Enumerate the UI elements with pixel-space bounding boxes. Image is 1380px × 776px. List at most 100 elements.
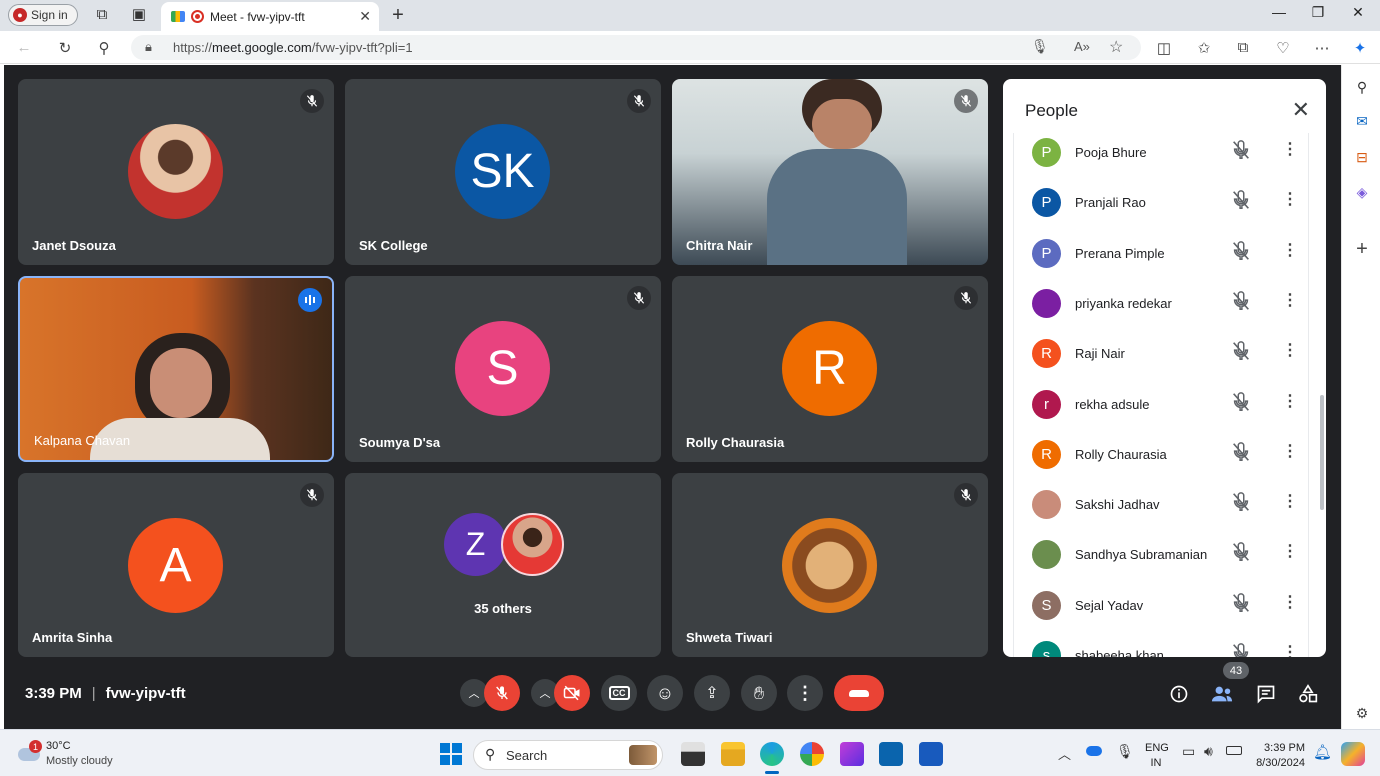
sidebar-settings-icon[interactable]: ⚙ bbox=[1352, 703, 1372, 723]
more-vert-icon[interactable]: ⋮ bbox=[1282, 191, 1298, 209]
mic-toggle-button[interactable] bbox=[484, 675, 520, 711]
participant-row[interactable]: priyanka redekar ⋮ bbox=[1014, 286, 1308, 336]
word-icon[interactable] bbox=[919, 742, 943, 766]
add-sidebar-app-icon[interactable]: + bbox=[1352, 238, 1372, 260]
more-vert-icon[interactable]: ⋮ bbox=[1282, 493, 1298, 511]
read-aloud-icon[interactable]: A» bbox=[1074, 39, 1090, 54]
participant-row[interactable]: P Pooja Bhure ⋮ bbox=[1014, 135, 1308, 185]
show-hidden-icons-chevron[interactable]: ︿ bbox=[1058, 744, 1071, 763]
back-icon[interactable]: ← bbox=[14, 39, 34, 56]
more-vert-icon[interactable]: ⋮ bbox=[1282, 141, 1298, 159]
more-options-button[interactable]: ⋮ bbox=[787, 675, 823, 711]
edge-browser-icon[interactable] bbox=[760, 742, 784, 766]
favorite-star-icon[interactable]: ☆ bbox=[1109, 37, 1123, 57]
more-vert-icon[interactable]: ⋮ bbox=[1282, 644, 1298, 657]
outlook-taskbar-icon[interactable] bbox=[879, 742, 903, 766]
participant-row[interactable]: S Sejal Yadav ⋮ bbox=[1014, 588, 1308, 638]
onedrive-icon[interactable] bbox=[1086, 746, 1102, 756]
restore-icon[interactable]: ❐ bbox=[1303, 4, 1333, 21]
chat-icon[interactable] bbox=[1254, 682, 1278, 706]
participant-row[interactable]: r rekha adsule ⋮ bbox=[1014, 387, 1308, 437]
participant-tile[interactable]: Shweta Tiwari bbox=[672, 473, 988, 657]
participant-list-scrollbar[interactable] bbox=[1320, 395, 1324, 510]
more-vert-icon[interactable]: ⋮ bbox=[1282, 594, 1298, 612]
participant-tile[interactable]: S Soumya D'sa bbox=[345, 276, 661, 462]
chrome-icon[interactable] bbox=[800, 742, 824, 766]
sidebar-search-icon[interactable]: ⚲ bbox=[1352, 77, 1372, 97]
start-windows-icon[interactable] bbox=[440, 743, 462, 765]
mic-off-icon[interactable] bbox=[1230, 391, 1252, 413]
minimize-icon[interactable]: — bbox=[1264, 4, 1294, 20]
favorites-icon[interactable]: ✩ bbox=[1194, 39, 1214, 57]
system-clock[interactable]: 3:39 PM 8/30/2024 bbox=[1252, 741, 1305, 771]
microsoft-365-icon[interactable]: ◈ bbox=[1352, 182, 1372, 202]
mic-off-icon[interactable] bbox=[1230, 592, 1252, 614]
more-menu-icon[interactable]: ⋯ bbox=[1312, 39, 1332, 57]
participant-tile[interactable]: Janet Dsouza bbox=[18, 79, 334, 265]
others-tile[interactable]: Z 35 others bbox=[345, 473, 661, 657]
browser-essentials-icon[interactable]: ♡ bbox=[1273, 39, 1293, 57]
network-icon[interactable]: ▭ bbox=[1182, 743, 1195, 760]
battery-icon[interactable] bbox=[1226, 746, 1242, 755]
microphone-icon[interactable]: 🎙︎ bbox=[1031, 38, 1049, 55]
present-screen-button[interactable]: ⇪ bbox=[694, 675, 730, 711]
file-explorer-icon[interactable] bbox=[721, 742, 745, 766]
participant-row[interactable]: Sakshi Jadhav ⋮ bbox=[1014, 487, 1308, 537]
meeting-details-icon[interactable] bbox=[1167, 682, 1191, 706]
reactions-button[interactable]: ☺ bbox=[647, 675, 683, 711]
mic-off-icon[interactable] bbox=[1230, 290, 1252, 312]
outlook-icon[interactable]: ✉ bbox=[1352, 111, 1372, 131]
collections-icon[interactable]: ⧉ bbox=[1233, 39, 1253, 56]
mic-off-icon[interactable] bbox=[1230, 189, 1252, 211]
tab-actions-icon[interactable]: ▣ bbox=[130, 6, 148, 24]
mic-off-icon[interactable] bbox=[1230, 491, 1252, 513]
search-icon[interactable]: ⚲ bbox=[94, 39, 114, 57]
new-tab-icon[interactable]: + bbox=[389, 5, 407, 25]
participant-tile[interactable]: R Rolly Chaurasia bbox=[672, 276, 988, 462]
raise-hand-button[interactable]: ✋︎ bbox=[741, 675, 777, 711]
activities-icon[interactable] bbox=[1296, 682, 1320, 706]
more-vert-icon[interactable]: ⋮ bbox=[1282, 242, 1298, 260]
taskbar-search-box[interactable]: ⚲ Search bbox=[473, 740, 663, 770]
mic-off-icon[interactable] bbox=[1230, 541, 1252, 563]
url-bar[interactable]: 🔒︎ https://meet.google.com/fvw-yipv-tft?… bbox=[131, 35, 1141, 60]
mic-off-icon[interactable] bbox=[1230, 139, 1252, 161]
more-vert-icon[interactable]: ⋮ bbox=[1282, 292, 1298, 310]
more-vert-icon[interactable]: ⋮ bbox=[1282, 443, 1298, 461]
participant-row[interactable]: R Rolly Chaurasia ⋮ bbox=[1014, 437, 1308, 487]
participant-row[interactable]: P Pranjali Rao ⋮ bbox=[1014, 185, 1308, 235]
task-view-icon[interactable] bbox=[681, 742, 705, 766]
captions-button[interactable]: CC bbox=[601, 675, 637, 711]
split-screen-icon[interactable]: ◫ bbox=[1154, 39, 1174, 57]
close-window-icon[interactable]: ✕ bbox=[1343, 4, 1373, 21]
more-vert-icon[interactable]: ⋮ bbox=[1282, 393, 1298, 411]
camera-toggle-button[interactable] bbox=[554, 675, 590, 711]
notifications-bell-icon[interactable]: 🔔︎ bbox=[1313, 743, 1332, 761]
participant-video-tile[interactable]: Chitra Nair bbox=[672, 79, 988, 265]
mic-off-icon[interactable] bbox=[1230, 340, 1252, 362]
volume-icon[interactable]: 🔊︎ bbox=[1204, 743, 1213, 760]
copilot-icon[interactable]: ✦ bbox=[1350, 39, 1370, 57]
leave-call-button[interactable] bbox=[834, 675, 884, 711]
participant-row[interactable]: P Prerana Pimple ⋮ bbox=[1014, 236, 1308, 286]
language-indicator[interactable]: ENG IN bbox=[1145, 741, 1169, 771]
refresh-icon[interactable]: ↻ bbox=[55, 39, 75, 57]
people-icon[interactable] bbox=[1210, 682, 1234, 706]
participant-row[interactable]: Sandhya Subramanian ⋮ bbox=[1014, 537, 1308, 587]
participant-row[interactable]: R Raji Nair ⋮ bbox=[1014, 336, 1308, 386]
more-vert-icon[interactable]: ⋮ bbox=[1282, 342, 1298, 360]
browser-tab-meet[interactable]: Meet - fvw-yipv-tft ✕ bbox=[161, 2, 379, 31]
workspaces-icon[interactable]: ⧉ bbox=[93, 6, 111, 24]
close-panel-icon[interactable]: ✕ bbox=[1292, 97, 1310, 123]
mic-off-icon[interactable] bbox=[1230, 441, 1252, 463]
close-tab-icon[interactable]: ✕ bbox=[359, 8, 371, 25]
participant-video-tile-active-speaker[interactable]: Kalpana Chavan bbox=[18, 276, 334, 462]
participant-row[interactable]: s shabeeha khan ⋮ bbox=[1014, 638, 1308, 657]
app-icon[interactable] bbox=[840, 742, 864, 766]
participant-tile[interactable]: SK SK College bbox=[345, 79, 661, 265]
copilot-taskbar-icon[interactable] bbox=[1341, 742, 1365, 766]
more-vert-icon[interactable]: ⋮ bbox=[1282, 543, 1298, 561]
mic-off-icon[interactable] bbox=[1230, 642, 1252, 657]
sign-in-button[interactable]: ● Sign in bbox=[8, 4, 78, 26]
participant-tile[interactable]: A Amrita Sinha bbox=[18, 473, 334, 657]
